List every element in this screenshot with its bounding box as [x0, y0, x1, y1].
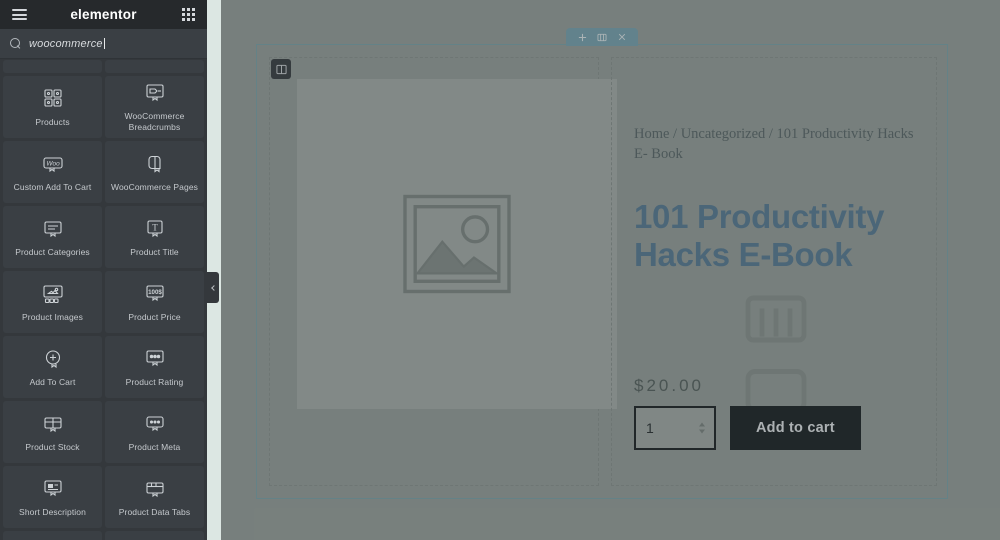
- widget-tile-partial-bottom-left[interactable]: [3, 531, 102, 540]
- widget-tile-label: Product Data Tabs: [118, 506, 191, 517]
- product-price[interactable]: $20.00: [634, 376, 918, 396]
- page-title[interactable]: 101 Productivity Hacks E-Book: [634, 198, 918, 275]
- widget-tile-label: WooCommerce Breadcrumbs: [124, 111, 185, 132]
- hamburger-icon[interactable]: [12, 9, 27, 20]
- add-to-cart-button[interactable]: Add to cart: [730, 406, 861, 450]
- quantity-stepper[interactable]: 1: [634, 406, 716, 450]
- widget-tile-label: Custom Add To Cart: [13, 181, 92, 192]
- widget-tile-product-rating[interactable]: Product Rating: [105, 336, 204, 398]
- images-icon: [40, 282, 66, 306]
- widget-tile-partial-top-right[interactable]: [105, 60, 204, 73]
- widget-tile-label: Short Description: [19, 506, 86, 517]
- widget-tile-label: Product Rating: [125, 376, 184, 387]
- text-cursor: [103, 38, 105, 49]
- svg-text:Woo: Woo: [46, 160, 60, 167]
- widget-tile-label: Products: [35, 116, 70, 127]
- column-right[interactable]: Home / Uncategorized / 101 Productivity …: [611, 57, 937, 486]
- search-icon: [10, 38, 21, 49]
- close-icon[interactable]: [615, 30, 629, 44]
- widget-tile-product-title[interactable]: T Product Title: [105, 206, 204, 268]
- widget-tile-products[interactable]: Products: [3, 76, 102, 138]
- chevron-left-icon: [211, 284, 217, 291]
- widget-tile-product-price[interactable]: 100$ Product Price: [105, 271, 204, 333]
- grid-icon[interactable]: [182, 8, 195, 21]
- title-icon: T: [142, 217, 168, 241]
- product-image-widget[interactable]: [297, 79, 617, 409]
- widget-tile-label: Product Images: [22, 311, 83, 322]
- price-icon: 100$: [142, 282, 168, 306]
- widget-tile-custom-add-to-cart[interactable]: Woo Custom Add To Cart: [3, 141, 102, 203]
- widget-tile-woocommerce-pages[interactable]: WooCommerce Pages: [105, 141, 204, 203]
- add-to-cart-row: 1 Add to cart: [634, 406, 918, 450]
- section-toolbar[interactable]: [566, 28, 638, 46]
- widget-tile-product-data-tabs[interactable]: Product Data Tabs: [105, 466, 204, 528]
- widget-panel: elementor woocommerce Products WooCommer…: [0, 0, 207, 540]
- column-edit-handle[interactable]: [271, 59, 291, 79]
- breadcrumbs-icon: [142, 81, 168, 105]
- quantity-value[interactable]: 1: [646, 420, 654, 436]
- widget-tile-label: Product Price: [128, 311, 181, 322]
- widget-tile-label: Product Meta: [128, 441, 181, 452]
- widget-tile-partial-top-left[interactable]: [3, 60, 102, 73]
- widget-tile-label: WooCommerce Pages: [110, 181, 199, 192]
- spinner-arrows-icon[interactable]: [699, 422, 705, 434]
- panel-collapse-button[interactable]: [207, 272, 219, 303]
- widget-tile-short-description[interactable]: Short Description: [3, 466, 102, 528]
- widget-tile-product-images[interactable]: Product Images: [3, 271, 102, 333]
- search-input[interactable]: woocommerce: [29, 38, 103, 50]
- categories-icon: [40, 217, 66, 241]
- editor-canvas[interactable]: Home / Uncategorized / 101 Productivity …: [221, 0, 1000, 540]
- image-placeholder-icon: [400, 192, 514, 296]
- panel-header: elementor: [0, 0, 207, 29]
- panel-scrollbar[interactable]: [207, 0, 221, 540]
- add-to-cart-icon: [40, 347, 66, 371]
- widget-search-row[interactable]: woocommerce: [0, 29, 207, 59]
- breadcrumb[interactable]: Home / Uncategorized / 101 Productivity …: [634, 125, 918, 164]
- widget-tile-label: Add To Cart: [29, 376, 76, 387]
- svg-text:T: T: [152, 222, 158, 232]
- svg-text:100$: 100$: [148, 289, 162, 296]
- empty-widget-placeholders: [634, 291, 918, 430]
- widget-grid: Products WooCommerce Breadcrumbs Woo Cus…: [0, 60, 207, 540]
- woo-icon: Woo: [40, 152, 66, 176]
- drag-handle-icon[interactable]: [595, 30, 609, 44]
- meta-icon: [142, 412, 168, 436]
- widget-list-scroll[interactable]: Products WooCommerce Breadcrumbs Woo Cus…: [0, 60, 207, 540]
- add-section-icon[interactable]: [575, 30, 589, 44]
- column-edit-icon: [275, 64, 287, 74]
- widget-tile-product-categories[interactable]: Product Categories: [3, 206, 102, 268]
- widget-tile-woocommerce-breadcrumbs[interactable]: WooCommerce Breadcrumbs: [105, 76, 204, 138]
- products-icon: [40, 87, 66, 111]
- widget-tile-partial-bottom-right[interactable]: [105, 531, 204, 540]
- description-icon: [40, 477, 66, 501]
- app-brand-title: elementor: [70, 7, 137, 22]
- stock-icon: [40, 412, 66, 436]
- widget-tile-label: Product Stock: [25, 441, 80, 452]
- data-tabs-icon: [142, 477, 168, 501]
- pages-icon: [142, 152, 168, 176]
- widget-tile-label: Product Categories: [15, 246, 90, 257]
- widget-tile-product-stock[interactable]: Product Stock: [3, 401, 102, 463]
- column-left[interactable]: [269, 57, 617, 486]
- widget-tile-add-to-cart[interactable]: Add To Cart: [3, 336, 102, 398]
- section-container[interactable]: Home / Uncategorized / 101 Productivity …: [256, 28, 948, 499]
- rating-ghost-icon: [634, 291, 918, 361]
- widget-tile-product-meta[interactable]: Product Meta: [105, 401, 204, 463]
- rating-icon: [142, 347, 168, 371]
- widget-tile-label: Product Title: [130, 246, 179, 257]
